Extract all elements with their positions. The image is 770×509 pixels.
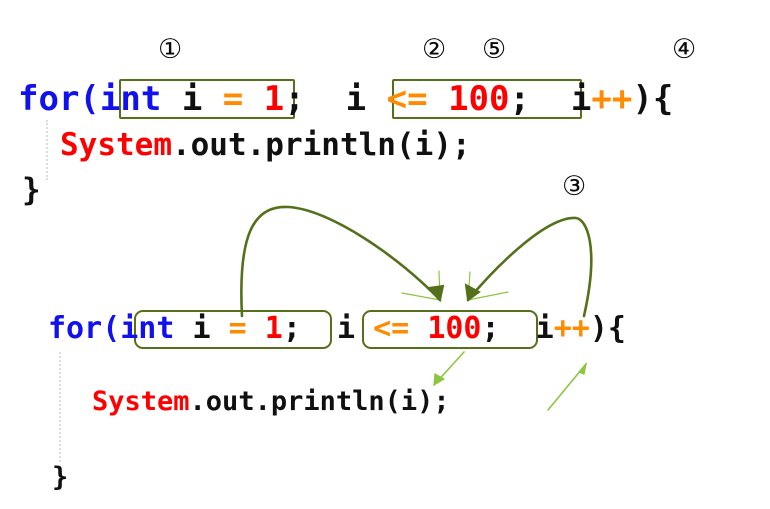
- top-for-line-token-12: [366, 79, 386, 119]
- top-for-line-token-18: ++: [591, 79, 633, 119]
- bottom-for-line-token-15: 100: [427, 311, 482, 346]
- top-for-line-token-4: i: [181, 79, 203, 119]
- top-for-line-token-16: ;: [509, 79, 551, 119]
- marker-4: ④: [672, 34, 697, 65]
- arrow-condition-to-body-head: [433, 373, 446, 387]
- bottom-for-line-token-4: i: [192, 311, 211, 346]
- bottom-closing-brace-token-0: }: [52, 462, 69, 493]
- bottom-for-line-token-7: [247, 311, 265, 346]
- top-println-line-token-0: System: [60, 127, 172, 163]
- top-for-line-token-5: [202, 79, 222, 119]
- bottom-for-line-token-3: [174, 311, 192, 346]
- top-for-line-token-2: int: [99, 79, 162, 119]
- top-for-line-token-7: [243, 79, 263, 119]
- bottom-for-line-token-10: [319, 311, 337, 346]
- bottom-for-line-token-18: ++: [553, 311, 590, 346]
- bottom-for-line-token-16: ;: [481, 311, 518, 346]
- top-for-line-token-6: =: [222, 79, 244, 119]
- top-for-line-token-17: i: [550, 79, 592, 119]
- bottom-for-line-token-1: (: [102, 311, 121, 346]
- arrow-body-to-increment-head: [577, 361, 588, 375]
- top-for-line-token-3: [161, 79, 181, 119]
- top-for-line-token-8: 1: [263, 79, 285, 119]
- tick-condition-left-2: [401, 292, 441, 301]
- tick-condition-right-2: [467, 291, 509, 301]
- guide-top: [46, 120, 48, 180]
- arrow-increment-to-condition: [466, 216, 593, 318]
- bottom-for-line-token-14: [409, 311, 427, 346]
- arrow-init-to-condition: [240, 205, 442, 318]
- top-for-line-token-9: ;: [284, 79, 326, 119]
- bottom-for-line-token-8: 1: [264, 311, 283, 346]
- bottom-println-line: System.out.println(i);: [92, 388, 450, 415]
- bottom-for-line-token-19: ){: [589, 311, 626, 346]
- bottom-for-line-token-11: i: [337, 311, 356, 346]
- guide-bottom: [59, 352, 61, 462]
- top-println-line: System.out.println(i);: [60, 130, 471, 161]
- bottom-for-line-token-2: int: [120, 311, 175, 346]
- marker-2: ②: [422, 34, 447, 65]
- top-println-line-token-1: .out.println(i);: [171, 127, 471, 163]
- bottom-for-line: for(int i = 1; i <= 100; i++){: [48, 314, 626, 344]
- top-for-line-token-0: for: [18, 79, 80, 119]
- arrow-condition-to-body: [433, 351, 465, 386]
- bottom-for-line-token-9: ;: [282, 311, 319, 346]
- tick-condition-right-1: [467, 271, 471, 301]
- top-for-line: for(int i = 1; i <= 100; i++){: [18, 82, 673, 116]
- arrow-init-to-condition-head: [426, 284, 445, 303]
- top-closing-brace: }: [22, 175, 41, 206]
- marker-3: ③: [562, 171, 587, 202]
- top-for-line-token-19: ){: [632, 79, 674, 119]
- arrow-body-to-increment: [547, 363, 587, 411]
- top-closing-brace-token-0: }: [22, 172, 41, 208]
- top-for-line-token-10: [325, 79, 345, 119]
- bottom-for-line-token-13: <=: [373, 311, 410, 346]
- top-for-line-token-1: (: [79, 79, 100, 119]
- flow-arrows-layer: [240, 205, 593, 411]
- top-for-line-token-13: <=: [386, 79, 428, 119]
- bottom-for-line-token-0: for: [48, 311, 103, 346]
- bottom-for-line-token-12: [355, 311, 373, 346]
- marker-1: ①: [158, 34, 183, 65]
- bottom-println-line-token-0: System: [92, 386, 190, 417]
- marker-5: ⑤: [482, 34, 507, 65]
- tick-condition-left-1: [438, 270, 441, 301]
- top-for-line-token-11: i: [345, 79, 367, 119]
- bottom-for-line-token-5: [211, 311, 229, 346]
- top-for-line-token-14: [428, 79, 448, 119]
- top-for-line-token-15: 100: [448, 79, 510, 119]
- bottom-for-line-token-17: i: [517, 311, 554, 346]
- bottom-println-line-token-1: .out.println(i);: [189, 386, 450, 417]
- arrow-increment-to-condition-head: [464, 283, 481, 302]
- bottom-closing-brace: }: [52, 464, 68, 491]
- diagram-canvas: for(int i = 1; i <= 100; i++){System.out…: [0, 0, 770, 509]
- bottom-for-line-token-6: =: [228, 311, 247, 346]
